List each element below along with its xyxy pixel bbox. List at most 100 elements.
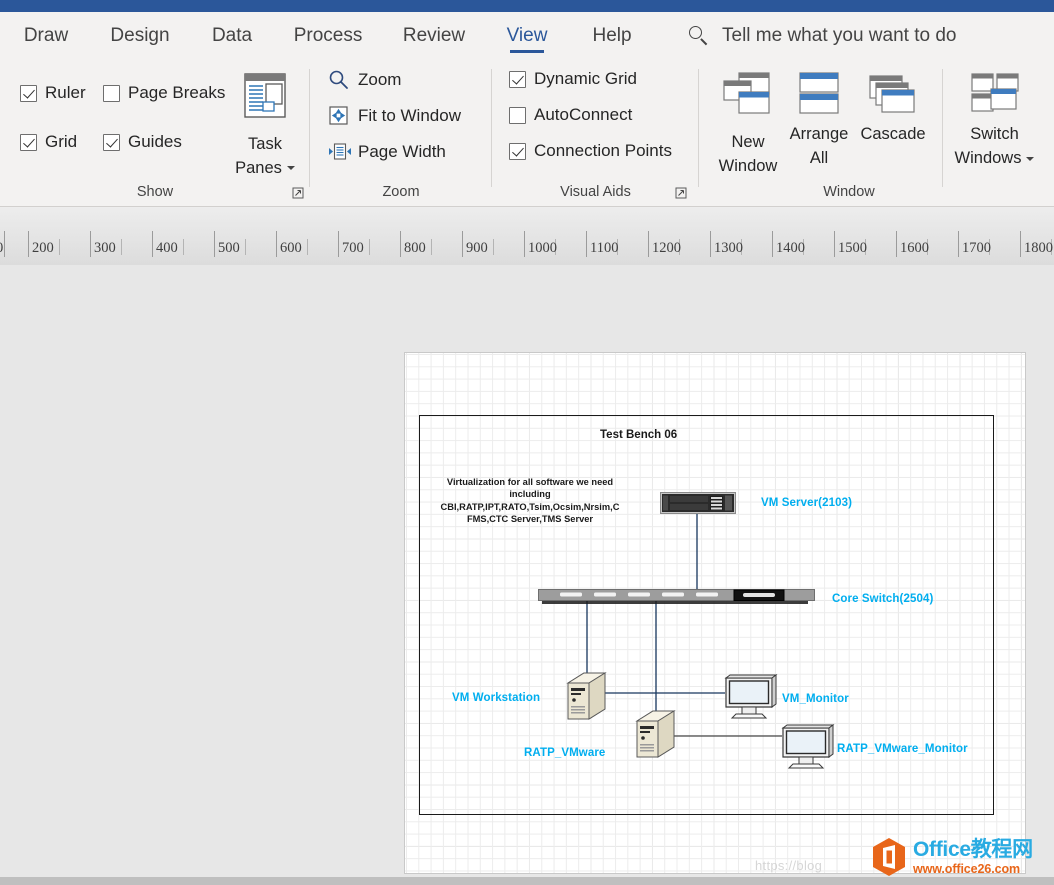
tab-process[interactable]: Process [286,12,370,59]
vm-server-label: VM Server(2103) [761,497,852,509]
zoom-button[interactable]: Zoom [328,69,401,90]
ruler-tick [462,231,463,257]
task-panes-button[interactable]: Task Panes [232,72,298,181]
ruler-label: 1100 [590,240,618,257]
dynamic-grid-checkbox-label: Dynamic Grid [534,69,637,89]
page-breaks-checkbox-box [103,85,120,102]
ruler-tick [524,231,525,257]
ruler-tick [772,231,773,257]
cascade-icon [867,70,919,117]
ruler-label: 800 [404,240,426,257]
ruler-tick-minor [307,239,308,255]
dynamic-grid-checkbox[interactable]: Dynamic Grid [509,69,637,89]
autoconnect-checkbox[interactable]: AutoConnect [509,105,632,125]
horizontal-scrollbar[interactable] [0,877,1054,885]
group-label-window: Window [699,184,999,200]
task-panes-icon [243,72,287,127]
tell-me-placeholder: Tell me what you want to do [722,25,956,47]
ribbon-group-zoom: Zoom Fit to Window [310,59,492,206]
ruler-label: 200 [32,240,54,257]
ruler-label: 400 [156,240,178,257]
ratp-vmware-label: RATP_VMware [524,747,605,759]
monitor-icon-vm-monitor[interactable] [718,674,780,724]
fit-to-window-icon [328,105,349,126]
grid-checkbox[interactable]: Grid [20,132,77,152]
ruler-label: 1000 [528,240,557,257]
new-window-button[interactable]: New Window [712,70,784,179]
ruler-tick [214,231,215,257]
watermark-text: Office教程网 www.office26.com [913,839,1033,876]
new-window-label-line1: New [731,131,764,155]
ruler-label: 1300 [714,240,743,257]
guides-checkbox[interactable]: Guides [103,132,182,152]
ruler-label: 1200 [652,240,681,257]
ruler-tick [338,231,339,257]
tab-review[interactable]: Review [396,12,472,59]
ruler-label: 500 [218,240,240,257]
monitor-icon-ratp-vmware-monitor[interactable] [775,724,837,774]
tab-draw[interactable]: Draw [20,12,72,59]
tab-data[interactable]: Data [206,12,258,59]
cascade-label-line1: Cascade [860,123,925,147]
arrange-all-icon [794,70,844,117]
tab-design[interactable]: Design [104,12,176,59]
ruler-tick [4,231,5,257]
ruler-tick-minor [245,239,246,255]
rack-server-icon[interactable] [660,492,736,514]
arrange-all-label-line2: All [810,147,828,171]
ribbon-group-visual-aids: Dynamic Grid AutoConnect Connection Poin… [492,59,699,206]
horizontal-ruler[interactable]: 0200300400500600700800900100011001200130… [0,207,1054,266]
tab-view[interactable]: View [500,12,554,59]
drawing-workspace[interactable]: Test Bench 06 Virtualization for all sof… [0,265,1054,877]
tower-pc-icon-ratp-vmware[interactable] [633,709,679,759]
ruler-tick [896,231,897,257]
group-label-show: Show [0,184,310,200]
page-breaks-checkbox[interactable]: Page Breaks [103,83,225,103]
ribbon-group-window: New Window Arrange All [699,59,1054,206]
fit-to-window-button[interactable]: Fit to Window [328,105,461,126]
visual-aids-dialog-launcher[interactable] [675,187,687,199]
ruler-label: 600 [280,240,302,257]
page-width-button-label: Page Width [358,142,446,162]
show-dialog-launcher[interactable] [292,187,304,199]
test-bench-frame[interactable]: Test Bench 06 Virtualization for all sof… [419,415,994,815]
arrange-all-button[interactable]: Arrange All [785,70,853,171]
ruler-tick [400,231,401,257]
ruler-tick [586,231,587,257]
page-width-button[interactable]: Page Width [328,141,446,162]
ruler-tick-minor [183,239,184,255]
core-switch-label: Core Switch(2504) [832,593,933,605]
virtualization-note: Virtualization for all software we need … [430,476,630,525]
tell-me-search-box[interactable]: Tell me what you want to do [688,12,956,59]
drawing-page[interactable]: Test Bench 06 Virtualization for all sof… [405,353,1025,873]
visio-application-window: Draw Design Data Process Review View Hel… [0,0,1054,885]
ruler-checkbox-label: Ruler [45,83,86,103]
office-hexagon-logo-icon [872,838,906,877]
vm-monitor-label: VM_Monitor [782,693,849,705]
ruler-tick [276,231,277,257]
task-panes-label-line1: Task [248,133,282,157]
ruler-label: 1500 [838,240,867,257]
tower-pc-icon-vm-workstation[interactable] [564,671,610,721]
ribbon-body: Ruler Page Breaks Grid Guides [0,59,1054,207]
page-width-icon [328,141,349,162]
ruler-label: 1400 [776,240,805,257]
diagram-title: Test Bench 06 [600,429,677,441]
horizontal-scrollbar-thumb[interactable] [0,877,1054,885]
guides-checkbox-box [103,134,120,151]
ruler-label: 1700 [962,240,991,257]
ruler-checkbox[interactable]: Ruler [20,83,86,103]
note-line-1: Virtualization for all software we need [430,476,630,488]
connection-points-checkbox[interactable]: Connection Points [509,141,672,161]
tab-help[interactable]: Help [586,12,638,59]
network-diagram: Test Bench 06 Virtualization for all sof… [420,416,993,814]
cascade-button[interactable]: Cascade [854,70,932,147]
guides-checkbox-label: Guides [128,132,182,152]
switch-windows-button[interactable]: Switch Windows [947,70,1042,171]
task-panes-label-line2: Panes [235,157,295,181]
ruler-tick [648,231,649,257]
switch-icon[interactable] [538,588,816,606]
tab-review-label: Review [403,25,465,47]
autoconnect-checkbox-box [509,107,526,124]
ruler-tick [152,231,153,257]
